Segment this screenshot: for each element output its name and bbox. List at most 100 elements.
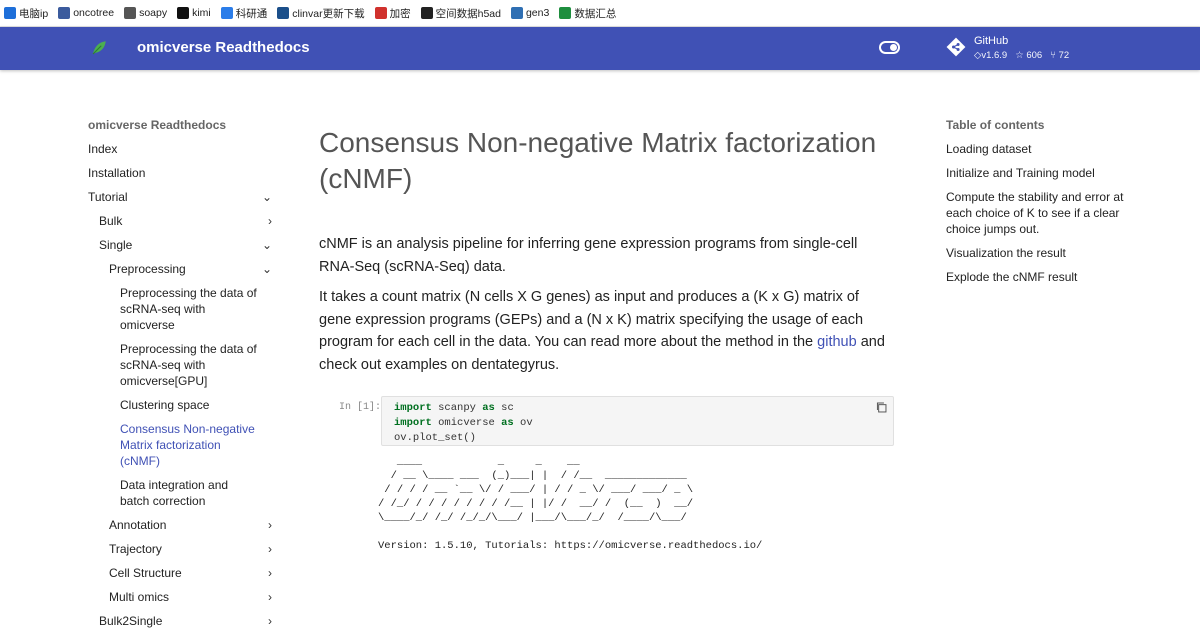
nav-item[interactable]: Preprocessing the data of scRNA-seq with… — [88, 341, 278, 389]
nav-item[interactable]: Preprocessing the data of scRNA-seq with… — [88, 285, 278, 333]
chevron-right-icon[interactable]: › — [268, 565, 272, 581]
toc-item[interactable]: Visualization the result — [946, 245, 1136, 261]
cell-output-version: Version: 1.5.10, Tutorials: https://omic… — [378, 540, 763, 552]
nav-item-label: Bulk2Single — [99, 614, 163, 628]
bookmark-label: clinvar更新下载 — [292, 7, 365, 20]
nav-item[interactable]: Annotation › — [88, 517, 278, 533]
description-paragraph: It takes a count matrix (N cells X G gen… — [319, 286, 889, 376]
leaf-logo-icon[interactable] — [90, 39, 108, 57]
nav-item[interactable]: Preprocessing ⌄ — [88, 261, 278, 277]
bookmark-label: 加密 — [389, 7, 411, 20]
nav-item-label: Tutorial — [88, 190, 128, 204]
code-text: omicverse — [431, 417, 502, 429]
theme-toggle-icon[interactable] — [879, 41, 900, 54]
nav-item[interactable]: Single ⌄ — [88, 237, 278, 253]
github-link[interactable]: github — [817, 334, 857, 350]
nav-item[interactable]: Bulk2Single › — [88, 613, 278, 629]
nav-item[interactable]: Data integration and batch correction — [88, 477, 278, 509]
bookmark-label: 电脑ip — [19, 7, 49, 20]
code-line: import scanpy as sc — [394, 401, 881, 416]
star-icon: ☆ — [1015, 50, 1027, 61]
nav-item-label: Data integration and batch correction — [120, 478, 229, 508]
nav-item-label: Preprocessing — [109, 262, 186, 276]
page-title: Consensus Non-negative Matrix factorizat… — [319, 127, 877, 194]
copy-icon[interactable] — [875, 401, 888, 414]
code-text: sc — [494, 402, 514, 414]
toc-item[interactable]: Initialize and Training model — [946, 165, 1136, 181]
primary-nav: omicverse Readthedocs Index Installation T… — [88, 118, 278, 637]
toc-item[interactable]: Compute the stability and error at each … — [946, 189, 1136, 237]
code-keyword: import — [394, 402, 432, 414]
chevron-right-icon[interactable]: › — [268, 517, 272, 533]
chevron-right-icon[interactable]: › — [268, 213, 272, 229]
chevron-right-icon[interactable]: › — [268, 613, 272, 629]
nav-item-label: Annotation — [109, 518, 167, 532]
bookmark-item[interactable]: 数据汇总 — [559, 6, 616, 21]
nav-item[interactable]: Index — [88, 141, 278, 157]
clinvar-icon — [277, 7, 290, 19]
intro-paragraph: cNMF is an analysis pipeline for inferri… — [319, 236, 858, 275]
main-content: Consensus Non-negative Matrix factorizat… — [319, 125, 889, 384]
repo-name[interactable]: GitHub — [974, 35, 1008, 47]
chevron-down-icon[interactable]: ⌄ — [262, 189, 272, 205]
nav-item[interactable]: Multi omics › — [88, 589, 278, 605]
nav-item-label: Installation — [88, 166, 146, 180]
nav-item[interactable]: Clustering space — [88, 397, 278, 413]
git-diamond-icon[interactable] — [946, 37, 966, 57]
repo-forks: ⑂ 72 — [1050, 50, 1070, 61]
nav-item-label: Trajectory — [109, 542, 162, 556]
repo-stars: ☆ 606 — [1015, 50, 1043, 61]
nav-item[interactable]: Consensus Non-negative Matrix factorizat… — [88, 421, 278, 469]
nav-item-label: Single — [99, 238, 133, 252]
code-block[interactable]: import scanpy as sc import omicverse as o… — [381, 396, 894, 446]
code-text: ov — [513, 417, 533, 429]
code-keyword: import — [394, 417, 432, 429]
bookmark-item[interactable]: kimi — [177, 7, 211, 19]
description-text: It takes a count matrix (N cells X G gen… — [319, 289, 864, 350]
gen3-icon — [510, 7, 523, 19]
bookmark-label: kimi — [192, 7, 211, 19]
code-keyword: as — [482, 402, 495, 414]
bookmark-label: gen3 — [525, 7, 550, 19]
code-text: ov.plot_set() — [394, 432, 476, 444]
cell-output-ascii: ____ _ _ __ / __ \____ ___ (_)___| | / /… — [378, 456, 694, 524]
site-title[interactable]: omicverse Readthedocs — [137, 39, 310, 56]
toc-item[interactable]: Loading dataset — [946, 141, 1136, 157]
bookmark-label: 空间数据h5ad — [435, 7, 501, 20]
toc-title: Table of contents — [946, 118, 1045, 132]
bookmark-item[interactable]: gen3 — [510, 7, 550, 19]
nav-item[interactable]: Bulk › — [88, 213, 278, 229]
nav-item-label: Preprocessing the data of scRNA-seq with… — [120, 286, 257, 332]
bookmark-item[interactable]: clinvar更新下载 — [277, 6, 365, 21]
spatial-icon — [420, 7, 433, 19]
chevron-right-icon[interactable]: › — [268, 541, 272, 557]
bookmark-item[interactable]: 科研通 — [220, 6, 267, 21]
cell-prompt: In [1]: — [339, 402, 382, 413]
repo-version: ◇v1.6.9 — [974, 50, 1008, 61]
bookmark-label: 数据汇总 — [574, 7, 617, 20]
site-header: omicverse Readthedocs GitHub ◇v1.6.9 ☆ 6… — [0, 27, 1200, 70]
bookmark-label: soapy — [139, 7, 168, 19]
nav-item[interactable]: Tutorial ⌄ — [88, 189, 278, 205]
chevron-down-icon[interactable]: ⌄ — [262, 237, 272, 253]
nav-item-label: Cell Structure — [109, 566, 182, 580]
nav-item-label: Consensus Non-negative Matrix factorizat… — [120, 422, 255, 468]
toc-item[interactable]: Explode the cNMF result — [946, 269, 1136, 285]
keyantong-icon — [220, 7, 233, 19]
nav-item[interactable]: Installation — [88, 165, 278, 181]
chevron-right-icon[interactable]: › — [268, 589, 272, 605]
bookmark-item[interactable]: 加密 — [374, 6, 411, 21]
nav-item[interactable]: Cell Structure › — [88, 565, 278, 581]
bookmark-item[interactable]: oncotree — [58, 7, 114, 19]
nav-item[interactable]: Trajectory › — [88, 541, 278, 557]
nav-item-label: Preprocessing the data of scRNA-seq with… — [120, 342, 257, 388]
bookmark-item[interactable]: 空间数据h5ad — [420, 6, 501, 21]
fork-icon: ⑂ — [1050, 50, 1059, 61]
chevron-down-icon[interactable]: ⌄ — [262, 261, 272, 277]
repo-facts[interactable]: ◇v1.6.9 ☆ 606 ⑂ 72 — [974, 50, 1069, 61]
oncotree-icon — [58, 7, 71, 19]
bookmark-label: oncotree — [73, 7, 115, 19]
bookmark-item[interactable]: 电脑ip — [4, 6, 48, 21]
bookmark-item[interactable]: soapy — [124, 7, 167, 19]
code-line: import omicverse as ov — [394, 416, 881, 431]
